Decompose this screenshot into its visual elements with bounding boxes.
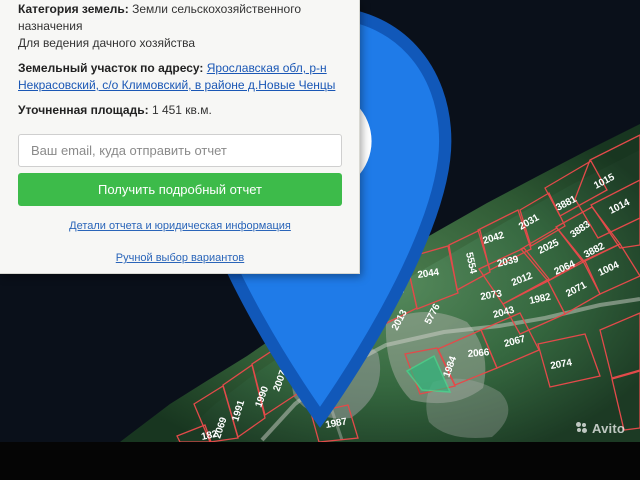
land-category: Категория земель: Земли сельскохозяйстве… (18, 1, 348, 35)
get-report-button[interactable]: Получить подробный отчет (18, 173, 342, 206)
avito-text: Avito (592, 420, 626, 436)
land-purpose-value: Для ведения дачного хозяйства (18, 36, 196, 50)
avito-logo-icon (576, 422, 588, 434)
email-input[interactable] (18, 134, 342, 167)
parcel-info-card: Категория земель: Земли сельскохозяйстве… (0, 0, 360, 274)
screen-bottom-border (0, 442, 640, 480)
land-purpose: Для ведения дачного хозяйства (18, 35, 348, 52)
parcel-address-label: Земельный участок по адресу: (18, 61, 204, 75)
parcel-address: Земельный участок по адресу: Ярославская… (18, 60, 348, 94)
avito-watermark: Avito (576, 417, 625, 439)
land-category-label: Категория земель: (18, 2, 129, 16)
report-details-link[interactable]: Детали отчета и юридическая информация (18, 218, 342, 235)
screen: 1015 1014 3881 2031 2042 3883 2025 3882 … (0, 0, 640, 480)
parcel-area-value: 1 451 кв.м. (151, 103, 212, 117)
parcel-area: Уточненная площадь: 1 451 кв.м. (18, 102, 348, 119)
parcel-area-label: Уточненная площадь: (18, 103, 149, 117)
manual-selection-link[interactable]: Ручной выбор вариантов (18, 250, 342, 267)
